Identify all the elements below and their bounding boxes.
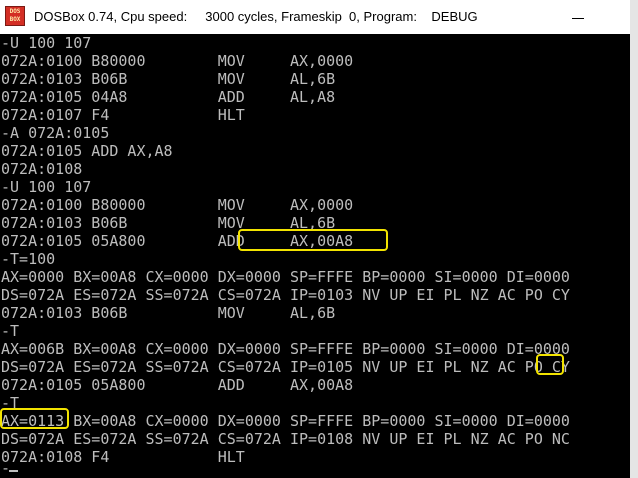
console-line: DS=072A ES=072A SS=072A CS=072A IP=0105 … <box>1 358 570 376</box>
console-line: 072A:0103 B06B MOV AL,6B <box>1 304 336 322</box>
window-frame-edge <box>630 0 638 478</box>
window-title: DOSBox 0.74, Cpu speed: 3000 cycles, Fra… <box>34 9 478 24</box>
console-line: 072A:0107 F4 HLT <box>1 106 245 124</box>
console-line: DS=072A ES=072A SS=072A CS=072A IP=0108 … <box>1 430 570 448</box>
console-line: AX=0000 BX=00A8 CX=0000 DX=0000 SP=FFFE … <box>1 268 570 286</box>
highlight-ax-register <box>0 408 69 429</box>
console-line: 072A:0103 B06B MOV AL,6B <box>1 70 336 88</box>
title-bar[interactable]: DOS BOX DOSBox 0.74, Cpu speed: 3000 cyc… <box>0 0 638 34</box>
console-line: 072A:0105 ADD AX,A8 <box>1 142 173 160</box>
dosbox-icon: DOS BOX <box>5 6 25 26</box>
minimize-button[interactable] <box>566 5 590 27</box>
console-line: -T=100 <box>1 250 56 268</box>
console-line: DS=072A ES=072A SS=072A CS=072A IP=0103 … <box>1 286 570 304</box>
console-line: -U 100 107 <box>1 34 92 52</box>
console-line: 072A:0108 F4 HLT <box>1 448 245 466</box>
highlight-add-instruction <box>238 229 388 251</box>
console-line: -U 100 107 <box>1 178 92 196</box>
console-line: 072A:0108 <box>1 160 83 178</box>
console-line: 072A:0105 04A8 ADD AL,A8 <box>1 88 336 106</box>
console-line: 072A:0105 05A800 ADD AX,00A8 <box>1 376 354 394</box>
console-line: -A 072A:0105 <box>1 124 110 142</box>
console-line: -T <box>1 322 20 340</box>
console-line: AX=0113 BX=00A8 CX=0000 DX=0000 SP=FFFE … <box>1 412 570 430</box>
command-prompt: - <box>1 459 11 477</box>
console-line: 072A:0100 B80000 MOV AX,0000 <box>1 196 354 214</box>
console-line: AX=006B BX=00A8 CX=0000 DX=0000 SP=FFFE … <box>1 340 570 358</box>
console-line: 072A:0100 B80000 MOV AX,0000 <box>1 52 354 70</box>
text-cursor <box>9 470 18 472</box>
highlight-carry-flag <box>536 354 564 375</box>
